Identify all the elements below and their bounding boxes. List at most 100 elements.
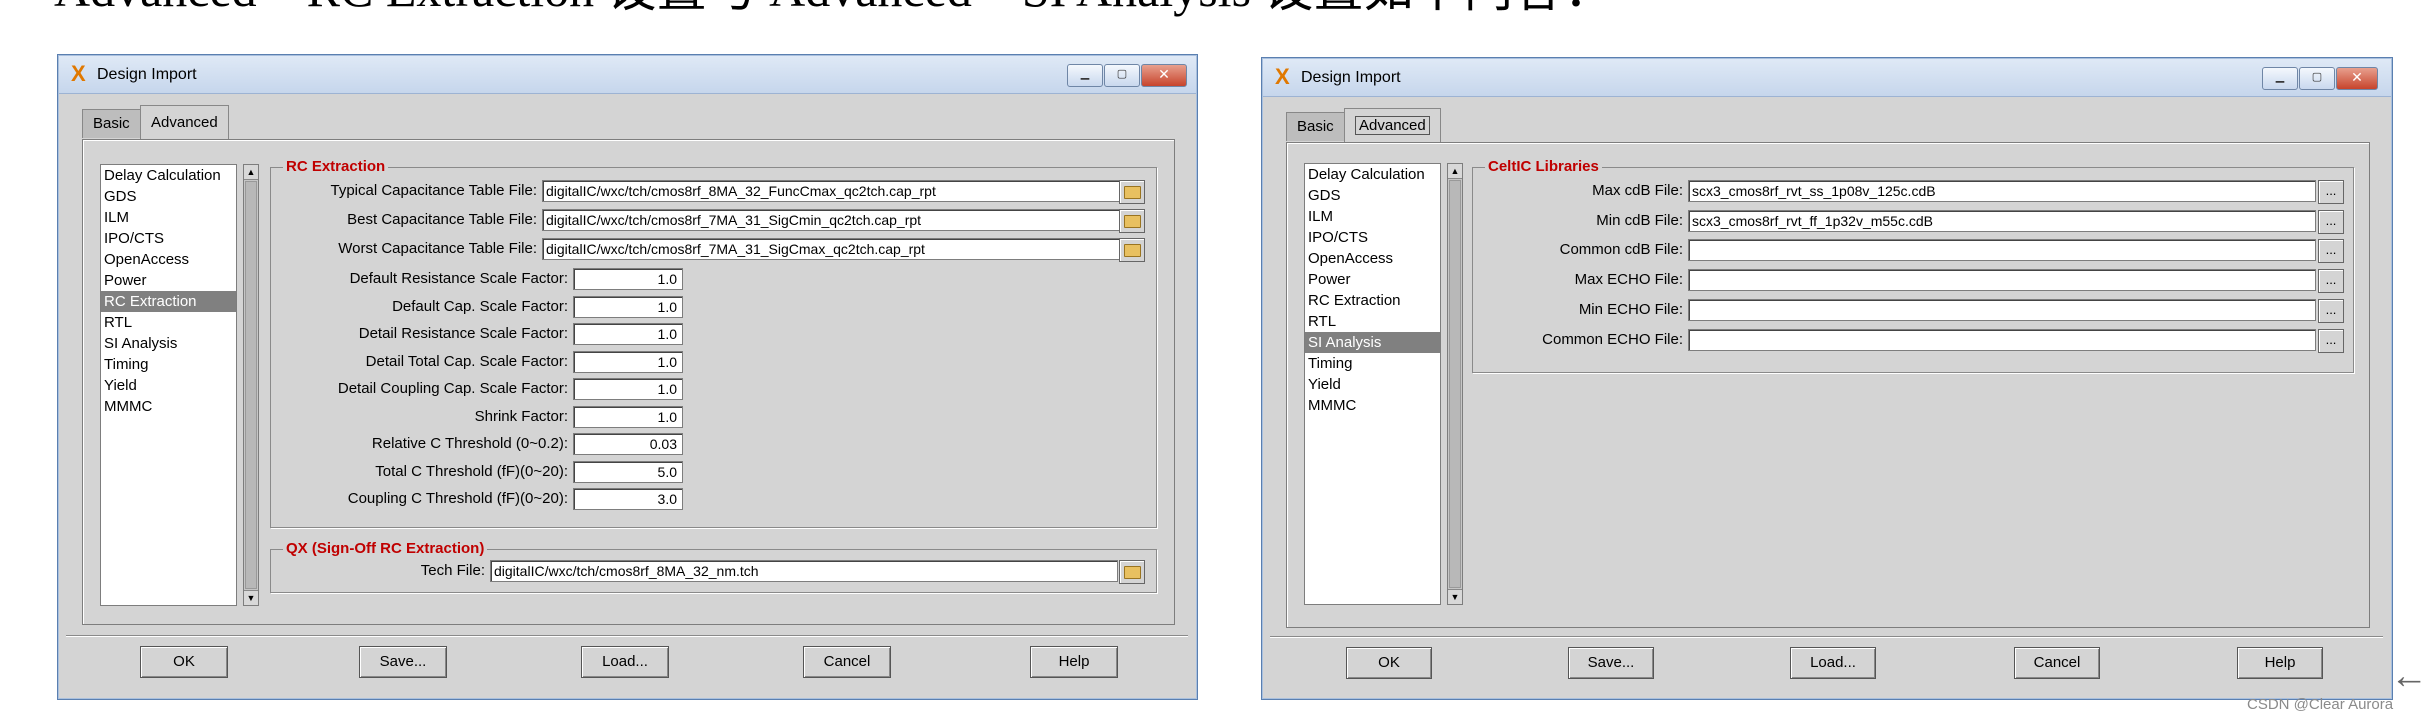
library-file-input[interactable]: scx3_cmos8rf_rvt_ss_1p08v_125c.cdB bbox=[1688, 180, 2316, 202]
list-item[interactable]: RC Extraction bbox=[101, 291, 236, 312]
tab-advanced[interactable]: Advanced bbox=[1344, 108, 1441, 142]
ok-button[interactable]: OK bbox=[1346, 647, 1432, 679]
scroll-up-icon[interactable]: ▲ bbox=[244, 165, 258, 180]
browse-folder-button[interactable] bbox=[1119, 560, 1145, 584]
factor-input[interactable]: 1.0 bbox=[573, 323, 683, 345]
category-scrollbar[interactable]: ▲ ▼ bbox=[243, 164, 259, 606]
library-file-input[interactable] bbox=[1688, 328, 2316, 351]
tab-basic[interactable]: Basic bbox=[82, 109, 141, 138]
factor-input[interactable]: 1.0 bbox=[573, 405, 683, 428]
save-button[interactable]: Save... bbox=[1568, 647, 1654, 679]
list-item[interactable]: Delay Calculation bbox=[1305, 164, 1440, 185]
category-scrollbar[interactable]: ▲ ▼ bbox=[1447, 163, 1463, 605]
list-item[interactable]: IPO/CTS bbox=[101, 228, 236, 249]
list-item[interactable]: SI Analysis bbox=[1305, 332, 1440, 353]
list-item[interactable]: MMMC bbox=[101, 396, 236, 417]
help-button[interactable]: Help bbox=[2237, 647, 2323, 679]
category-list[interactable]: Delay Calculation GDS ILM IPO/CTS OpenAccess… bbox=[1304, 163, 1441, 605]
list-item[interactable]: Power bbox=[101, 270, 236, 291]
minimize-button[interactable]: ▁ bbox=[2262, 67, 2298, 90]
list-item[interactable]: GDS bbox=[101, 186, 236, 207]
file-input[interactable]: digitalIC/wxc/tch/cmos8rf_7MA_31_SigCmin… bbox=[542, 209, 1120, 231]
list-item[interactable]: Delay Calculation bbox=[101, 165, 236, 186]
browse-button[interactable]: ... bbox=[2318, 269, 2344, 294]
factor-input[interactable]: 1.0 bbox=[573, 295, 683, 318]
close-button[interactable]: ✕ bbox=[2336, 67, 2378, 90]
list-item[interactable]: ILM bbox=[101, 207, 236, 228]
category-list[interactable]: Delay Calculation GDS ILM IPO/CTS OpenAccess… bbox=[100, 164, 237, 606]
browse-folder-button[interactable] bbox=[1119, 238, 1145, 262]
library-file-label: Min ECHO File: bbox=[1578, 300, 1683, 318]
list-item[interactable]: OpenAccess bbox=[101, 249, 236, 270]
list-item[interactable]: Timing bbox=[101, 354, 236, 375]
library-file-input[interactable]: scx3_cmos8rf_rvt_ff_1p32v_m55c.cdB bbox=[1688, 209, 2316, 232]
factor-input[interactable]: 3.0 bbox=[573, 488, 683, 510]
maximize-button[interactable]: ▢ bbox=[2299, 67, 2335, 90]
list-item[interactable]: Yield bbox=[1305, 374, 1440, 395]
library-file-row: Min cdB File: scx3_cmos8rf_rvt_ff_1p32v_m… bbox=[1473, 208, 2353, 234]
factor-row: Detail Resistance Scale Factor: 1.0 bbox=[271, 321, 1156, 347]
browse-button[interactable]: ... bbox=[2318, 180, 2344, 204]
scroll-up-icon[interactable]: ▲ bbox=[1448, 164, 1462, 179]
scroll-thumb[interactable] bbox=[1449, 180, 1461, 588]
scroll-thumb[interactable] bbox=[245, 181, 257, 589]
factor-input[interactable]: 0.03 bbox=[573, 433, 683, 455]
tab-basic[interactable]: Basic bbox=[1286, 112, 1345, 141]
browse-button[interactable]: ... bbox=[2318, 239, 2344, 264]
tab-advanced[interactable]: Advanced bbox=[140, 105, 229, 139]
design-import-window-rc: X Design Import ▁ ▢ ✕ Basic Advanced Del… bbox=[57, 54, 1198, 700]
browse-folder-button[interactable] bbox=[1119, 209, 1145, 233]
close-button[interactable]: ✕ bbox=[1141, 64, 1187, 87]
library-file-input[interactable] bbox=[1688, 298, 2316, 321]
list-item[interactable]: IPO/CTS bbox=[1305, 227, 1440, 248]
list-item[interactable]: RC Extraction bbox=[1305, 290, 1440, 311]
load-button[interactable]: Load... bbox=[581, 646, 669, 678]
load-button[interactable]: Load... bbox=[1790, 647, 1876, 679]
library-file-label: Max cdB File: bbox=[1592, 182, 1683, 199]
scroll-down-icon[interactable]: ▼ bbox=[244, 590, 258, 605]
factor-row: Default Cap. Scale Factor: 1.0 bbox=[271, 294, 1156, 320]
back-arrow-icon[interactable]: ← bbox=[2390, 656, 2422, 696]
tech-file-input[interactable]: digitalIC/wxc/tch/cmos8rf_8MA_32_nm.tch bbox=[490, 560, 1118, 582]
factor-row: Detail Total Cap. Scale Factor: 1.0 bbox=[271, 349, 1156, 375]
factor-label: Coupling C Threshold (fF)(0~20): bbox=[347, 490, 568, 507]
list-item[interactable]: GDS bbox=[1305, 185, 1440, 206]
ok-button[interactable]: OK bbox=[140, 646, 228, 678]
list-item[interactable]: OpenAccess bbox=[1305, 248, 1440, 269]
list-item[interactable]: RTL bbox=[1305, 311, 1440, 332]
file-label: Worst Capacitance Table File: bbox=[338, 240, 537, 257]
minimize-button[interactable]: ▁ bbox=[1067, 64, 1103, 87]
file-input[interactable]: digitalIC/wxc/tch/cmos8rf_8MA_32_FuncCma… bbox=[542, 180, 1120, 202]
browse-button[interactable]: ... bbox=[2318, 298, 2344, 323]
title-bar[interactable]: X Design Import ▁ ▢ ✕ bbox=[1263, 59, 2391, 97]
list-item[interactable]: Timing bbox=[1305, 353, 1440, 374]
scroll-down-icon[interactable]: ▼ bbox=[1448, 589, 1462, 604]
list-item[interactable]: RTL bbox=[101, 312, 236, 333]
library-file-input[interactable] bbox=[1688, 269, 2316, 292]
factor-input[interactable]: 1.0 bbox=[573, 350, 683, 373]
browse-folder-button[interactable] bbox=[1119, 180, 1145, 204]
factor-label: Relative C Threshold (0~0.2): bbox=[371, 435, 568, 452]
list-item[interactable]: ILM bbox=[1305, 206, 1440, 227]
file-input[interactable]: digitalIC/wxc/tch/cmos8rf_7MA_31_SigCmax… bbox=[542, 238, 1120, 260]
cancel-button[interactable]: Cancel bbox=[2014, 647, 2100, 679]
help-button[interactable]: Help bbox=[1030, 646, 1118, 678]
factor-input[interactable]: 1.0 bbox=[573, 268, 683, 290]
factor-input[interactable]: 5.0 bbox=[573, 460, 683, 483]
library-file-label: Common cdB File: bbox=[1559, 241, 1683, 259]
list-item[interactable]: SI Analysis bbox=[101, 333, 236, 354]
title-bar[interactable]: X Design Import ▁ ▢ ✕ bbox=[59, 56, 1196, 94]
list-item[interactable]: MMMC bbox=[1305, 395, 1440, 416]
browse-button[interactable]: ... bbox=[2318, 328, 2344, 353]
factor-input[interactable]: 1.0 bbox=[573, 378, 683, 400]
list-item[interactable]: Power bbox=[1305, 269, 1440, 290]
library-file-input[interactable] bbox=[1688, 239, 2316, 262]
save-button[interactable]: Save... bbox=[359, 646, 447, 678]
list-item[interactable]: Yield bbox=[101, 375, 236, 396]
maximize-button[interactable]: ▢ bbox=[1104, 64, 1140, 87]
browse-button[interactable]: ... bbox=[2318, 209, 2344, 234]
cancel-button[interactable]: Cancel bbox=[803, 646, 891, 678]
button-bar: OK Save... Load... Cancel Help bbox=[66, 635, 1188, 692]
tab-panel: Delay Calculation GDS ILM IPO/CTS OpenAccess… bbox=[1286, 142, 2370, 628]
factor-label: Default Resistance Scale Factor: bbox=[349, 270, 568, 287]
